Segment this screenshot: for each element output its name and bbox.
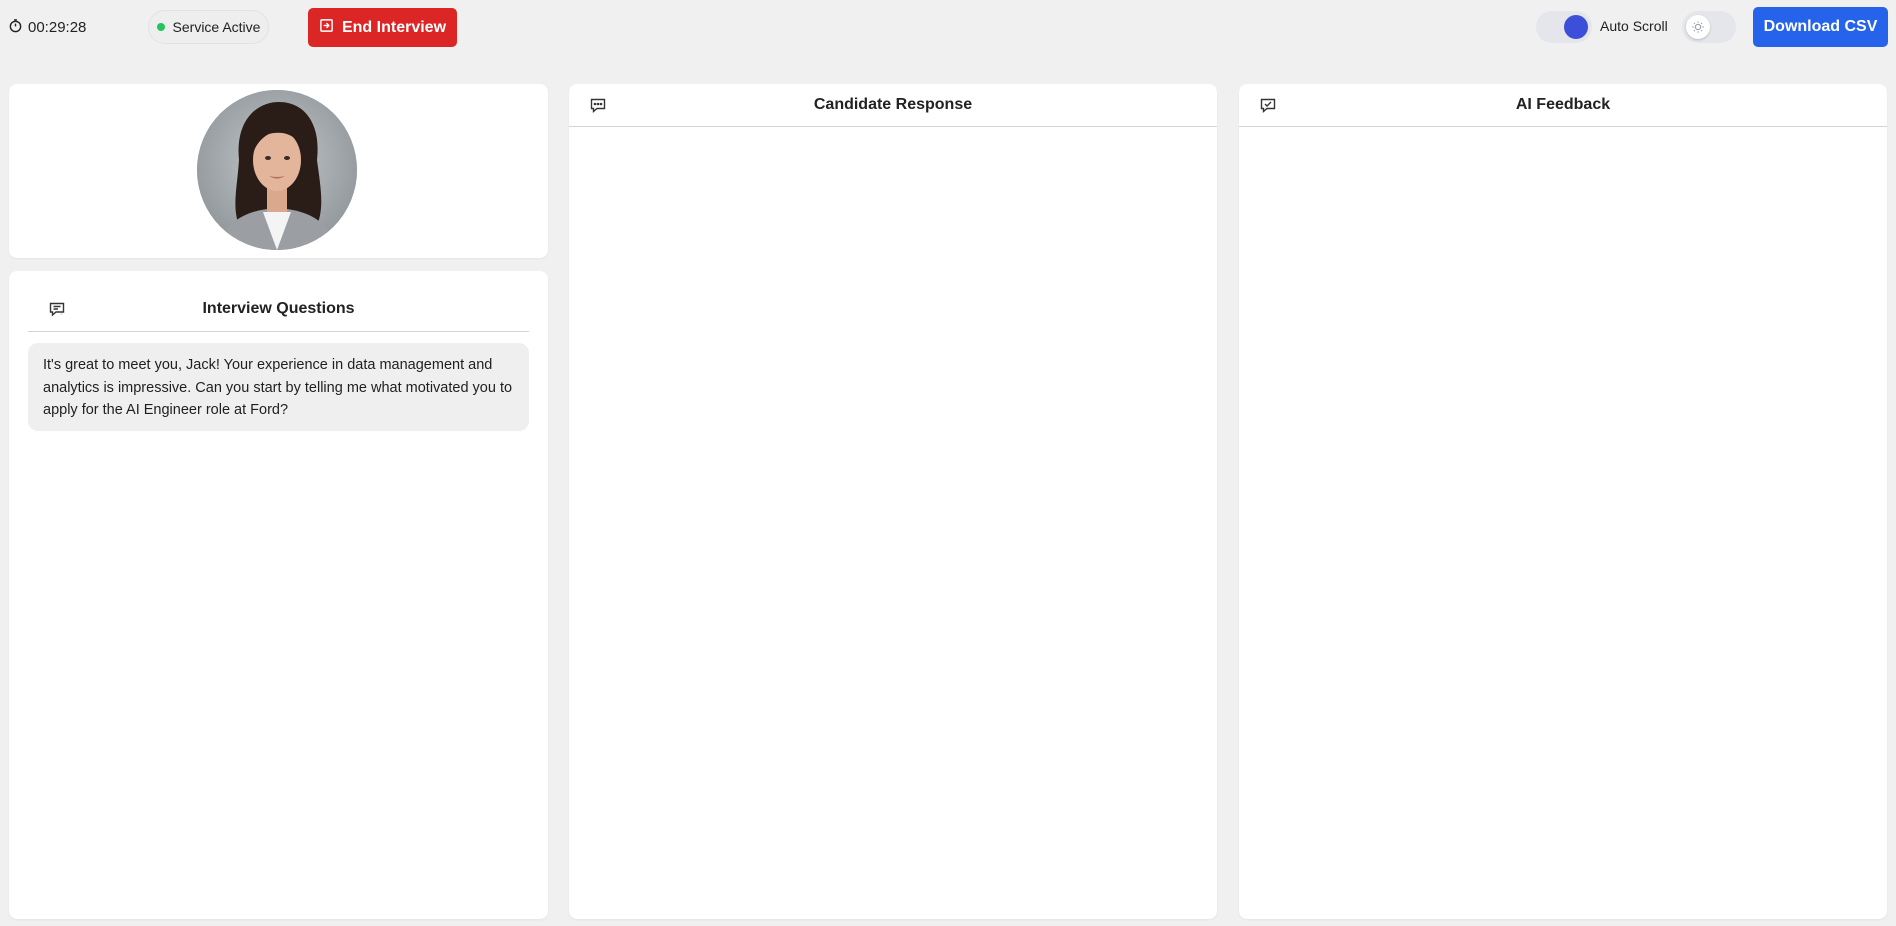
- status-label: Service Active: [172, 19, 261, 35]
- service-status-badge: Service Active: [148, 10, 269, 44]
- timer-value: 00:29:28: [28, 18, 87, 36]
- response-panel-title: Candidate Response: [813, 96, 973, 113]
- candidate-response-panel: Candidate Response: [569, 84, 1217, 919]
- end-interview-label: End Interview: [341, 18, 447, 36]
- interview-questions-panel: Interview Questions It's great to meet y…: [9, 271, 548, 919]
- question-bubble: It's great to meet you, Jack! Your exper…: [28, 343, 529, 431]
- feedback-panel-header: AI Feedback: [1239, 84, 1887, 127]
- message-dots-icon: [589, 96, 607, 114]
- theme-toggle[interactable]: [1682, 11, 1736, 43]
- feedback-panel-title: AI Feedback: [1515, 96, 1611, 113]
- questions-panel-header: Interview Questions: [28, 286, 529, 332]
- response-panel-header: Candidate Response: [569, 84, 1217, 127]
- interview-timer: 00:29:28: [8, 17, 86, 37]
- top-bar: 00:29:28 Service Active End Interview Au…: [0, 0, 1896, 54]
- toggle-knob: [1564, 15, 1588, 39]
- interviewer-card: [9, 84, 548, 258]
- stopwatch-icon: [8, 18, 23, 37]
- auto-scroll-toggle[interactable]: [1536, 11, 1592, 43]
- auto-scroll-label: Auto Scroll: [1600, 18, 1668, 34]
- sun-icon: [1686, 15, 1710, 39]
- interviewer-avatar: [197, 90, 357, 250]
- questions-panel-title: Interview Questions: [202, 299, 355, 317]
- exit-icon: [319, 18, 334, 38]
- download-csv-button[interactable]: Download CSV: [1753, 7, 1888, 47]
- message-check-icon: [1259, 96, 1277, 114]
- status-dot-icon: [156, 23, 165, 31]
- message-question-icon: [48, 300, 66, 318]
- ai-feedback-panel: AI Feedback: [1239, 84, 1887, 919]
- end-interview-button[interactable]: End Interview: [308, 8, 457, 47]
